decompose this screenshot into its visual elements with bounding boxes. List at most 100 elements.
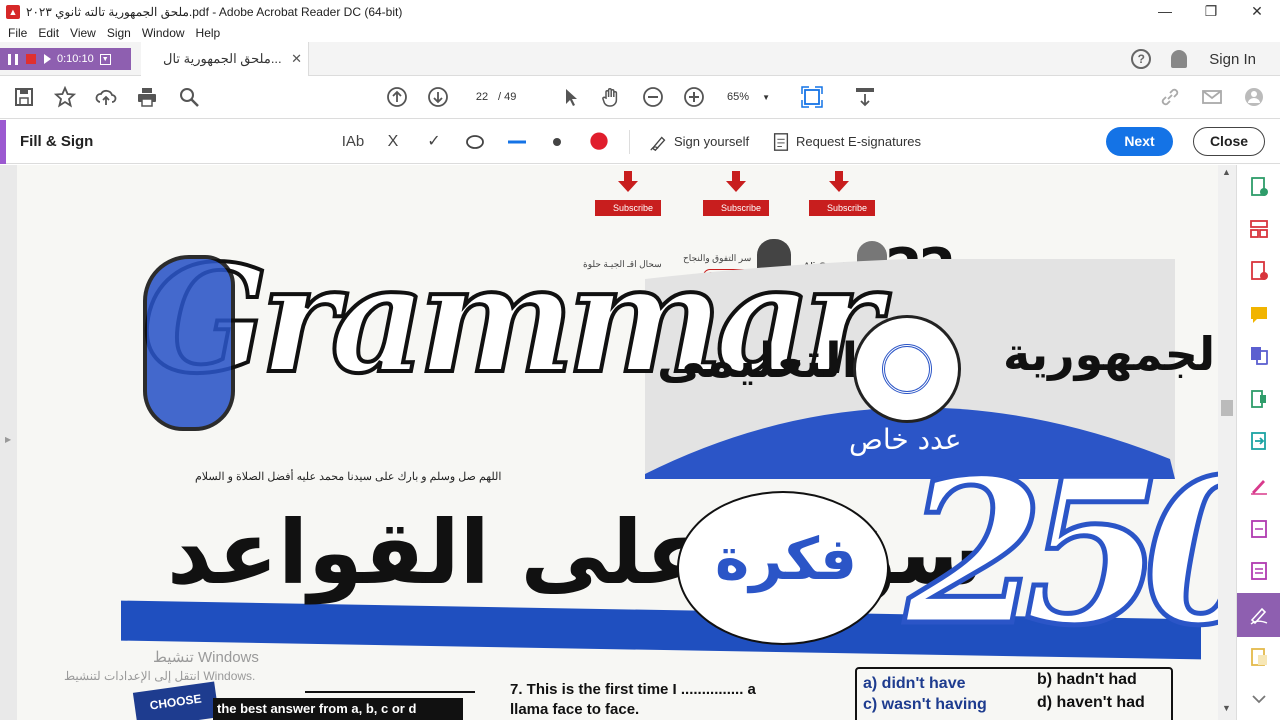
menu-sign[interactable]: Sign <box>107 26 131 40</box>
close-fill-sign-button[interactable]: Close <box>1193 127 1265 156</box>
question-7-line-1: 7. This is the first time I ............… <box>510 681 756 698</box>
circle-tool-icon[interactable] <box>465 132 485 152</box>
minimize-button[interactable]: — <box>1142 0 1188 24</box>
option-d: d) haven't had <box>1037 694 1145 711</box>
document-tab-label: ملحق الجمهورية تال... <box>163 51 282 66</box>
close-window-button[interactable]: ✕ <box>1234 0 1280 24</box>
close-tab-icon[interactable]: ✕ <box>291 51 302 67</box>
menu-view[interactable]: View <box>70 26 96 40</box>
export-pdf-icon[interactable] <box>1249 177 1269 197</box>
cross-mark-tool[interactable]: X <box>384 132 402 152</box>
option-a: a) didn't have <box>863 675 966 692</box>
link-icon[interactable] <box>1159 86 1181 108</box>
request-esignatures-button[interactable]: Request E-signatures <box>796 132 921 152</box>
more-tools-icon[interactable] <box>1249 647 1269 667</box>
color-picker-icon[interactable] <box>588 132 610 152</box>
grammar-g-fill <box>143 255 235 431</box>
compress-pdf-icon[interactable] <box>1249 389 1269 409</box>
print-icon[interactable] <box>136 86 158 108</box>
upload-cloud-icon[interactable] <box>95 86 117 108</box>
activation-watermark-text: انتقل إلى الإعدادات لتنشيط Windows. <box>64 669 256 683</box>
request-signature-icon[interactable] <box>772 132 790 152</box>
scrollbar-thumb[interactable] <box>1221 400 1233 416</box>
select-cursor-icon[interactable] <box>560 86 582 108</box>
check-mark-tool[interactable]: ✓ <box>425 132 443 152</box>
menu-help[interactable]: Help <box>196 26 221 40</box>
subscribe-label: Subscribe <box>721 203 762 213</box>
email-icon[interactable] <box>1201 86 1223 108</box>
stop-icon[interactable] <box>26 54 36 64</box>
bookmark-star-icon[interactable] <box>54 86 76 108</box>
fill-sign-accent <box>0 120 6 164</box>
dot-tool-icon[interactable] <box>550 132 564 152</box>
pdf-app-icon: ▲ <box>6 5 20 19</box>
send-for-review-icon[interactable] <box>1249 431 1269 451</box>
hand-tool-icon[interactable] <box>600 86 622 108</box>
arabic-gomhoreya: الجمهورية <box>1003 327 1218 381</box>
menu-bar: File Edit View Sign Window Help <box>0 24 1280 42</box>
protect-pdf-icon[interactable] <box>1249 519 1269 539</box>
tab-bar: 0:10:10 ▼ ملحق الجمهورية تال... ✕ ? Sign… <box>0 42 1280 76</box>
page-number-input[interactable]: 22 <box>467 87 497 107</box>
menu-edit[interactable]: Edit <box>38 26 59 40</box>
sign-pen-icon[interactable] <box>648 132 670 152</box>
subscribe-badge: Subscribe <box>595 200 661 216</box>
notification-bell-icon[interactable] <box>1171 50 1188 68</box>
pause-icon[interactable] <box>8 53 18 65</box>
down-arrow-icon <box>829 171 849 192</box>
scroll-mode-icon[interactable] <box>854 86 876 108</box>
sign-in-button[interactable]: Sign In <box>1209 51 1256 68</box>
option-c: c) wasn't having <box>863 696 987 713</box>
next-button[interactable]: Next <box>1106 127 1173 156</box>
search-icon[interactable] <box>178 86 200 108</box>
prayer-line: اللهم صل وسلم و بارك على سيدنا محمد عليه… <box>195 471 502 483</box>
scroll-down-icon[interactable]: ▼ <box>1222 703 1231 713</box>
organize-pages-icon[interactable] <box>1249 219 1269 239</box>
menu-file[interactable]: File <box>8 26 27 40</box>
help-icon[interactable]: ? <box>1131 49 1152 69</box>
add-text-tool[interactable]: IAb <box>340 132 366 152</box>
scroll-up-icon[interactable]: ▲ <box>1222 167 1231 177</box>
next-page-icon[interactable] <box>427 86 449 108</box>
main-toolbar: 22 / 49 65% ▼ <box>0 76 1280 119</box>
prepare-form-icon[interactable] <box>1249 561 1269 581</box>
vertical-scrollbar[interactable]: ▲ ▼ <box>1218 165 1236 720</box>
subscribe-badge: Subscribe <box>809 200 875 216</box>
previous-page-icon[interactable] <box>386 86 408 108</box>
fit-page-icon[interactable] <box>801 86 823 108</box>
create-pdf-icon[interactable] <box>1249 261 1269 281</box>
document-viewport[interactable]: ▶ Subscribe Subscribe Subscribe سحال اقـ… <box>0 165 1218 720</box>
choose-badge: CHOOSE <box>132 681 220 720</box>
subscribe-badge: Subscribe <box>703 200 769 216</box>
fill-sign-tool-active[interactable] <box>1237 593 1280 637</box>
document-tab[interactable]: ملحق الجمهورية تال... ✕ <box>141 42 309 76</box>
screen-recorder-widget[interactable]: 0:10:10 ▼ <box>0 48 131 70</box>
line-tool-icon[interactable] <box>507 132 527 152</box>
right-tools-rail <box>1236 165 1280 720</box>
save-icon[interactable] <box>13 86 35 108</box>
add-user-icon[interactable] <box>1243 86 1265 108</box>
activation-watermark-title: تنشيط Windows <box>153 649 259 666</box>
combine-files-icon[interactable] <box>1249 345 1269 365</box>
option-b: b) hadn't had <box>1037 671 1137 688</box>
comment-icon[interactable] <box>1249 305 1269 325</box>
zoom-value: 65% <box>727 91 750 103</box>
zoom-in-icon[interactable] <box>683 86 705 108</box>
down-arrow-icon <box>726 171 746 192</box>
window-title: ملحق الجمهورية تالته ثانوي ٢٠٢٣.pdf - Ad… <box>26 5 403 19</box>
recorder-menu-icon[interactable]: ▼ <box>99 53 111 65</box>
recorder-time: 0:10:10 <box>57 53 94 65</box>
play-icon[interactable] <box>44 54 51 64</box>
restore-button[interactable]: ❐ <box>1188 0 1234 24</box>
subscribe-label: Subscribe <box>827 203 868 213</box>
menu-window[interactable]: Window <box>142 26 185 40</box>
zoom-level-dropdown[interactable]: 65% ▼ <box>727 87 779 107</box>
count-250: 250 <box>902 435 1218 670</box>
left-panel-toggle-icon[interactable]: ▶ <box>5 435 11 444</box>
sign-yourself-button[interactable]: Sign yourself <box>674 132 749 152</box>
edit-pen-icon[interactable] <box>1249 475 1269 495</box>
chevron-down-icon: ▼ <box>762 93 771 102</box>
zoom-out-icon[interactable] <box>642 86 664 108</box>
collapse-panel-icon[interactable] <box>1249 689 1269 709</box>
choose-instruction: the best answer from a, b, c or d <box>213 698 463 720</box>
